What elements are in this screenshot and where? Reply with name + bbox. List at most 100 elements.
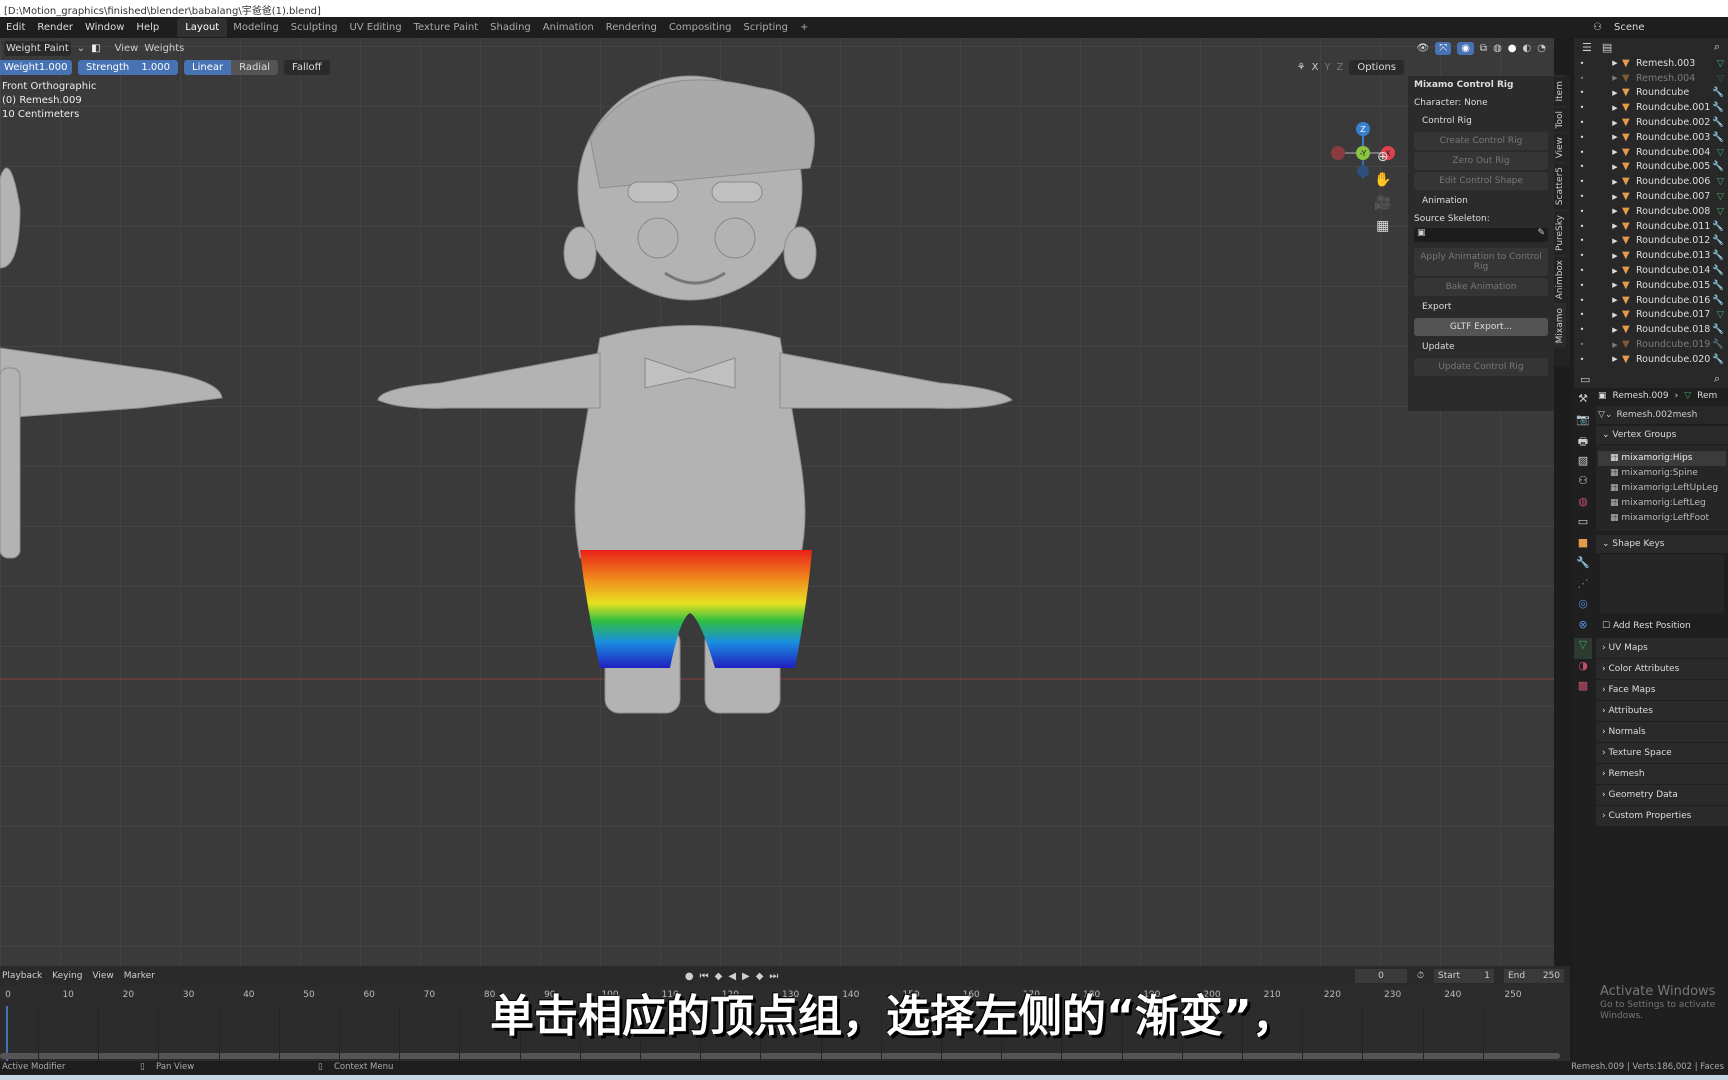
material-icon[interactable]: ◑	[1574, 659, 1592, 680]
playback-menu[interactable]: Playback	[2, 971, 42, 981]
mesh-datablock-field[interactable]: ▽⌄ Remesh.002mesh	[1596, 406, 1728, 424]
modifier-wrench-icon[interactable]: 🔧	[1712, 102, 1728, 113]
outliner-item[interactable]: • ▶ ▼ Roundcube.008 ▽	[1574, 204, 1728, 219]
visibility-dot-icon[interactable]: •	[1574, 207, 1590, 216]
tab-layout[interactable]: Layout	[177, 18, 228, 37]
tab-compositing[interactable]: Compositing	[663, 22, 738, 33]
outliner-item[interactable]: • ▶ ▼ Roundcube.015 🔧	[1574, 278, 1728, 293]
add-workspace-button[interactable]: +	[794, 22, 814, 33]
modifier-wrench-icon[interactable]: 🔧	[1712, 280, 1728, 291]
outliner-item[interactable]: • ▶ ▼ Roundcube.019 🔧	[1574, 337, 1728, 352]
modifier-wrench-icon[interactable]: 🔧	[1712, 324, 1728, 335]
expand-arrow-icon[interactable]: ▶	[1590, 59, 1622, 67]
mesh-data-icon[interactable]: ▽	[1574, 638, 1592, 659]
visibility-dot-icon[interactable]: •	[1574, 103, 1590, 112]
expand-arrow-icon[interactable]: ▶	[1590, 148, 1622, 156]
tab-view[interactable]: View	[1554, 131, 1566, 163]
view-layer-icon[interactable]: ▨	[1574, 454, 1592, 475]
expand-arrow-icon[interactable]: ▶	[1590, 252, 1622, 260]
expand-arrow-icon[interactable]: ▶	[1590, 89, 1622, 97]
tab-mixamo[interactable]: Mixamo	[1554, 302, 1566, 348]
modifier-wrench-icon[interactable]: 🔧	[1712, 235, 1728, 246]
properties-section-header[interactable]: › Color Attributes	[1596, 659, 1728, 679]
expand-arrow-icon[interactable]: ▶	[1590, 267, 1622, 275]
tab-item[interactable]: Item	[1554, 76, 1566, 106]
stopwatch-icon[interactable]: ⏱	[1417, 971, 1424, 981]
properties-section-header[interactable]: › Texture Space	[1596, 743, 1728, 763]
expand-arrow-icon[interactable]: ▶	[1590, 193, 1622, 201]
outliner-item[interactable]: • ▶ ▼ Roundcube 🔧	[1574, 86, 1728, 101]
outliner-item[interactable]: • ▶ ▼ Roundcube.001 🔧	[1574, 100, 1728, 115]
menu-window[interactable]: Window	[79, 22, 130, 33]
modifier-wrench-icon[interactable]: 🔧	[1574, 556, 1592, 577]
expand-arrow-icon[interactable]: ▶	[1590, 341, 1622, 349]
camera-icon[interactable]: 🎥	[1374, 192, 1391, 215]
mesh-browse-icon[interactable]: ▽⌄	[1598, 410, 1612, 420]
visibility-dot-icon[interactable]: •	[1574, 162, 1590, 171]
apply-animation-button[interactable]: Apply Animation to Control Rig	[1414, 248, 1548, 276]
expand-arrow-icon[interactable]: ▶	[1590, 163, 1622, 171]
expand-arrow-icon[interactable]: ▶	[1590, 104, 1622, 112]
modifier-wrench-icon[interactable]: 🔧	[1712, 354, 1728, 365]
timeline-scrollbar[interactable]	[0, 1053, 1560, 1059]
properties-section-header[interactable]: › Normals	[1596, 722, 1728, 742]
mesh-data-icon[interactable]: ▽	[1717, 176, 1728, 187]
tab-modeling[interactable]: Modeling	[227, 22, 285, 33]
menu-render[interactable]: Render	[31, 22, 79, 33]
timeline-view-menu[interactable]: View	[92, 971, 113, 981]
menu-help[interactable]: Help	[130, 22, 165, 33]
render-icon[interactable]: 📷	[1574, 413, 1592, 434]
tab-tool[interactable]: Tool	[1554, 105, 1566, 132]
export-subpanel[interactable]: Export	[1408, 298, 1554, 316]
visibility-dot-icon[interactable]: •	[1574, 222, 1590, 231]
visibility-dot-icon[interactable]: •	[1574, 355, 1590, 364]
modifier-wrench-icon[interactable]: 🔧	[1712, 339, 1728, 350]
properties-search-icon[interactable]: ⌕	[1714, 372, 1728, 386]
expand-arrow-icon[interactable]: ▶	[1590, 326, 1622, 334]
properties-section-header[interactable]: › UV Maps	[1596, 638, 1728, 658]
visibility-dot-icon[interactable]: •	[1574, 74, 1590, 83]
current-frame-field[interactable]: 0	[1354, 969, 1407, 983]
expand-arrow-icon[interactable]: ▶	[1590, 133, 1622, 141]
scene-selector[interactable]: Scene	[1608, 22, 1728, 33]
visibility-dot-icon[interactable]: •	[1574, 177, 1590, 186]
start-frame-field[interactable]: Start 1	[1434, 969, 1494, 983]
expand-arrow-icon[interactable]: ▶	[1590, 207, 1622, 215]
outliner-item[interactable]: • ▶ ▼ Roundcube.006 ▽	[1574, 174, 1728, 189]
scene-icon[interactable]: ⚇	[1587, 22, 1608, 33]
bake-animation-button[interactable]: Bake Animation	[1414, 278, 1548, 296]
vertex-group-item[interactable]: ▦ mixamorig:LeftUpLeg	[1598, 481, 1726, 496]
physics-icon[interactable]: ◎	[1574, 597, 1592, 618]
collection-icon[interactable]: ▭	[1574, 515, 1592, 536]
outliner-item[interactable]: • ▶ ▼ Roundcube.004 ▽	[1574, 145, 1728, 160]
outliner-item[interactable]: • ▶ ▼ Roundcube.011 🔧	[1574, 219, 1728, 234]
mesh-data-icon[interactable]: ▽	[1717, 206, 1728, 217]
tab-sculpting[interactable]: Sculpting	[285, 22, 344, 33]
visibility-dot-icon[interactable]: •	[1574, 251, 1590, 260]
texture-icon[interactable]: ▩	[1574, 679, 1592, 700]
vertex-group-item[interactable]: ▦ mixamorig:Hips	[1598, 451, 1726, 466]
modifier-wrench-icon[interactable]: 🔧	[1712, 161, 1728, 172]
visibility-dot-icon[interactable]: •	[1574, 192, 1590, 201]
expand-arrow-icon[interactable]: ▶	[1590, 222, 1622, 230]
expand-arrow-icon[interactable]: ▶	[1590, 311, 1622, 319]
marker-menu[interactable]: Marker	[124, 971, 155, 981]
outliner-item[interactable]: • ▶ ▼ Remesh.003 ▽	[1574, 56, 1728, 71]
visibility-dot-icon[interactable]: •	[1574, 236, 1590, 245]
zero-out-rig-button[interactable]: Zero Out Rig	[1414, 152, 1548, 170]
mixamo-panel-header[interactable]: Mixamo Control Rig	[1408, 76, 1554, 94]
vertex-groups-panel-header[interactable]: ⌄ Vertex Groups	[1596, 426, 1728, 444]
properties-section-header[interactable]: › Geometry Data	[1596, 785, 1728, 805]
modifier-wrench-icon[interactable]: 🔧	[1712, 295, 1728, 306]
visibility-dot-icon[interactable]: •	[1574, 59, 1590, 68]
outliner-item[interactable]: • ▶ ▼ Roundcube.018 🔧	[1574, 322, 1728, 337]
outliner-item[interactable]: • ▶ ▼ Roundcube.007 ▽	[1574, 189, 1728, 204]
modifier-wrench-icon[interactable]: 🔧	[1712, 221, 1728, 232]
visibility-dot-icon[interactable]: •	[1574, 148, 1590, 157]
tab-scripting[interactable]: Scripting	[738, 22, 794, 33]
update-control-rig-button[interactable]: Update Control Rig	[1414, 358, 1548, 376]
source-skeleton-field[interactable]: ▣ ✎	[1414, 228, 1548, 242]
tab-rendering[interactable]: Rendering	[600, 22, 663, 33]
shape-keys-panel-header[interactable]: ⌄ Shape Keys	[1596, 535, 1728, 553]
outliner-item[interactable]: • ▶ ▼ Roundcube.002 🔧	[1574, 115, 1728, 130]
